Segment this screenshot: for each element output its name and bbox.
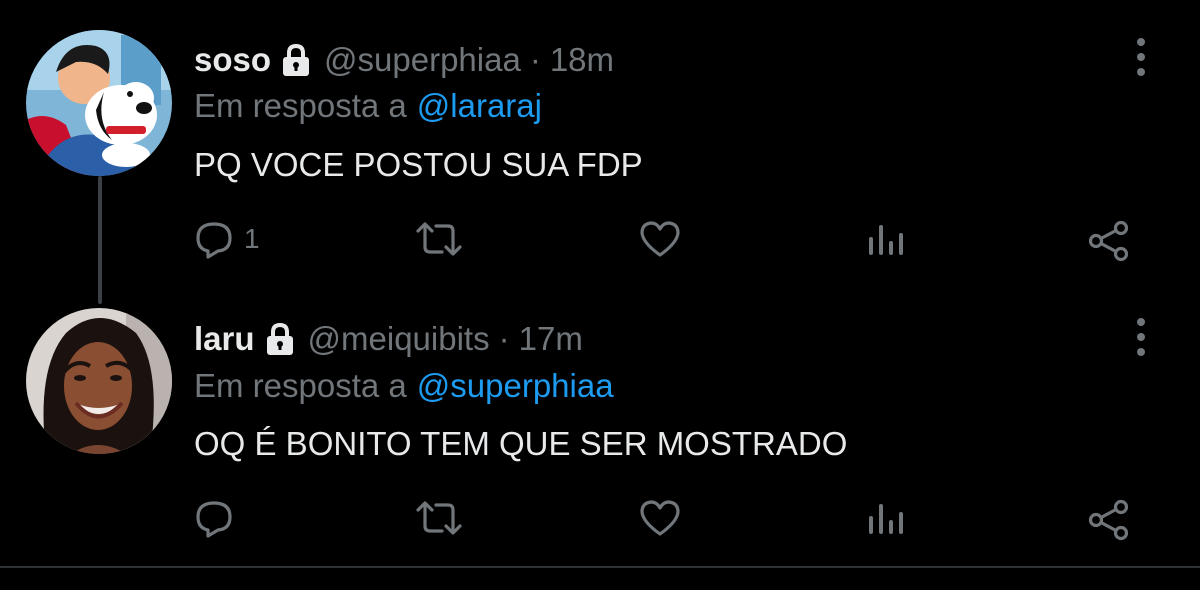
share-button[interactable] bbox=[1087, 219, 1131, 263]
tweet-text: PQ VOCE POSTOU SUA FDP bbox=[194, 146, 643, 183]
reply-prefix: Em resposta a bbox=[194, 87, 407, 124]
like-button[interactable] bbox=[638, 219, 682, 259]
retweet-button[interactable] bbox=[414, 219, 464, 259]
reply-button[interactable] bbox=[194, 498, 244, 538]
lock-icon bbox=[266, 322, 294, 356]
user-handle[interactable]: @superphiaa bbox=[324, 40, 521, 80]
reply-mention-link[interactable]: @lararaj bbox=[417, 87, 542, 124]
divider bbox=[0, 566, 1200, 568]
reply-context: Em resposta a @superphiaa bbox=[194, 366, 614, 406]
tweet[interactable]: laru @meiquibits · 17m Em resposta a @sup… bbox=[0, 282, 1200, 564]
reply-context: Em resposta a @lararaj bbox=[194, 86, 542, 126]
lock-icon bbox=[282, 43, 310, 77]
tweet-header: laru @meiquibits · 17m bbox=[194, 319, 583, 359]
avatar[interactable] bbox=[26, 30, 172, 176]
separator-dot: · bbox=[498, 320, 510, 357]
like-button[interactable] bbox=[638, 498, 682, 538]
display-name[interactable]: soso bbox=[194, 40, 271, 80]
timestamp[interactable]: 18m bbox=[550, 40, 614, 80]
like-icon bbox=[638, 219, 682, 259]
reply-icon bbox=[194, 498, 234, 538]
avatar[interactable] bbox=[26, 308, 172, 454]
reply-icon bbox=[194, 219, 234, 259]
user-handle[interactable]: @meiquibits bbox=[308, 319, 490, 359]
timestamp[interactable]: 17m bbox=[519, 319, 583, 359]
reply-count: 1 bbox=[244, 223, 260, 254]
share-button[interactable] bbox=[1087, 498, 1131, 542]
separator-dot: · bbox=[529, 41, 541, 78]
reply-prefix: Em resposta a bbox=[194, 367, 407, 404]
share-icon bbox=[1087, 498, 1131, 542]
retweet-icon bbox=[414, 498, 464, 538]
views-icon bbox=[866, 498, 906, 538]
reply-mention-link[interactable]: @superphiaa bbox=[417, 367, 614, 404]
tweet-header: soso @superphiaa · 18m bbox=[194, 40, 614, 80]
display-name[interactable]: laru bbox=[194, 319, 255, 359]
reply-button[interactable]: 1 bbox=[194, 219, 260, 259]
views-icon bbox=[866, 219, 906, 259]
share-icon bbox=[1087, 219, 1131, 263]
views-button[interactable] bbox=[866, 498, 906, 538]
more-icon[interactable] bbox=[1126, 35, 1156, 79]
views-button[interactable] bbox=[866, 219, 906, 259]
retweet-button[interactable] bbox=[414, 498, 464, 538]
retweet-icon bbox=[414, 219, 464, 259]
tweet-text: OQ É BONITO TEM QUE SER MOSTRADO bbox=[194, 425, 848, 462]
tweet[interactable]: soso @superphiaa · 18m Em resposta a @lar… bbox=[0, 0, 1200, 282]
like-icon bbox=[638, 498, 682, 538]
more-icon[interactable] bbox=[1126, 315, 1156, 359]
